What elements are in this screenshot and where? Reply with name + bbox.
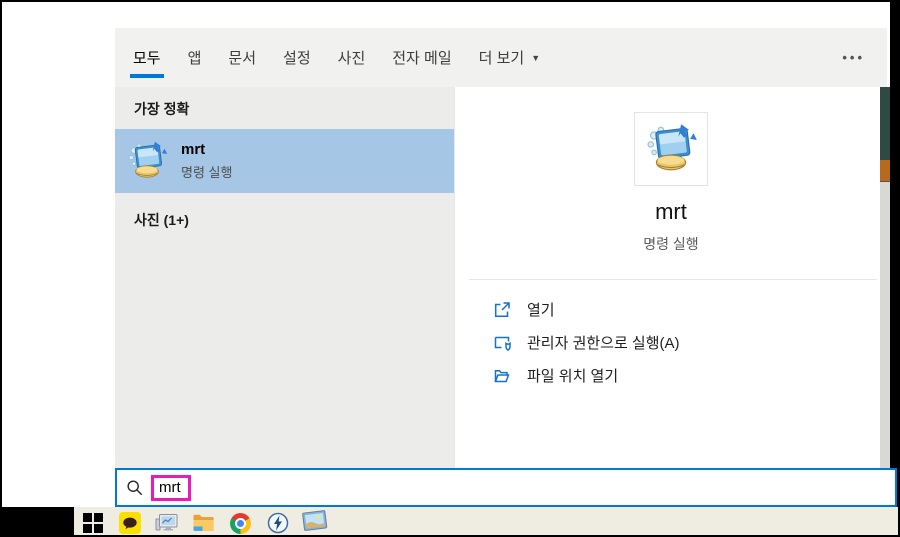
chevron-down-icon: ▼ — [531, 52, 541, 63]
mrt-app-icon-large — [647, 124, 697, 171]
tab-photos-label: 사진 — [337, 50, 366, 67]
search-input[interactable]: mrt — [115, 468, 897, 507]
taskbar — [2, 507, 898, 535]
desktop-wallpaper-sliver — [880, 87, 890, 507]
search-results-panel: 가장 정확 mrt 명령 실행 사진 (1+) — [115, 87, 454, 468]
chrome-icon — [230, 512, 251, 534]
detail-title: mrt — [655, 199, 687, 224]
action-run-as-admin-label: 관리자 권한으로 실행(A) — [527, 335, 680, 352]
taskbar-pc-button[interactable] — [148, 507, 185, 535]
start-button[interactable] — [74, 507, 111, 535]
tab-apps[interactable]: 앱 — [188, 28, 202, 87]
action-list: 열기 관리자 권한으로 실행(A) 파일 위치 열기 — [455, 293, 887, 392]
tab-documents[interactable]: 문서 — [228, 28, 256, 87]
tab-more[interactable]: 더 보기 ▼ — [479, 28, 541, 87]
action-run-as-admin[interactable]: 관리자 권한으로 실행(A) — [492, 326, 887, 359]
active-tab-underline — [130, 74, 164, 78]
action-open-label: 열기 — [527, 302, 555, 319]
result-item-mrt[interactable]: mrt 명령 실행 — [115, 129, 454, 193]
tab-all[interactable]: 모두 — [130, 28, 164, 87]
admin-shield-icon — [494, 336, 511, 351]
file-location-icon — [494, 369, 510, 382]
tab-apps-label: 앱 — [187, 50, 202, 67]
tab-settings[interactable]: 설정 — [283, 28, 311, 87]
result-detail-panel: mrt 명령 실행 열기 관리자 권한으로 실행(A) 파일 위치 열기 — [454, 87, 887, 468]
search-query-highlight: mrt — [151, 474, 191, 501]
taskbar-file-explorer-button[interactable] — [185, 507, 222, 535]
crop-black-rect-bottom-left — [2, 507, 74, 535]
mrt-app-icon — [128, 141, 168, 178]
lightning-app-icon — [267, 512, 288, 534]
wallpaper-teal-part — [880, 87, 890, 160]
detail-icon-box — [634, 112, 708, 186]
result-subtitle: 명령 실행 — [181, 165, 233, 180]
taskbar-photo-viewer-button[interactable] — [296, 507, 333, 535]
wallpaper-orange-part — [880, 160, 890, 181]
tab-settings-label: 설정 — [283, 50, 311, 67]
open-icon — [494, 301, 510, 317]
file-explorer-icon — [193, 514, 214, 531]
detail-subtitle: 명령 실행 — [643, 236, 699, 252]
tab-email[interactable]: 전자 메일 — [392, 28, 451, 87]
best-match-header: 가장 정확 — [134, 101, 190, 117]
photo-viewer-icon — [301, 510, 328, 535]
search-filter-tabbar: 모두 앱 문서 설정 사진 전자 메일 더 보기 ▼ ••• — [115, 28, 887, 87]
wallpaper-gray-part — [880, 181, 890, 507]
taskbar-lightning-app-button[interactable] — [259, 507, 296, 535]
pc-monitor-icon — [155, 514, 178, 531]
action-open[interactable]: 열기 — [492, 293, 887, 326]
photos-group-header[interactable]: 사진 (1+) — [115, 193, 454, 230]
tab-photos[interactable]: 사진 — [338, 28, 366, 87]
result-text: mrt 명령 실행 — [181, 141, 232, 181]
more-options-icon[interactable]: ••• — [842, 28, 865, 87]
crop-black-strip-right — [890, 2, 898, 507]
result-title: mrt — [181, 141, 206, 158]
tab-more-label: 더 보기 — [478, 50, 525, 67]
action-open-file-location[interactable]: 파일 위치 열기 — [492, 359, 887, 392]
windows-start-icon — [82, 513, 103, 533]
tab-all-label: 모두 — [133, 50, 161, 67]
taskbar-chrome-button[interactable] — [222, 507, 259, 535]
kakaotalk-icon — [118, 512, 141, 534]
detail-divider — [469, 279, 877, 280]
taskbar-icons — [74, 507, 333, 535]
screenshot-canvas: 모두 앱 문서 설정 사진 전자 메일 더 보기 ▼ ••• 가장 정확 mrt… — [0, 0, 900, 537]
tab-documents-label: 문서 — [228, 50, 257, 67]
action-open-file-location-label: 파일 위치 열기 — [527, 368, 619, 385]
search-icon — [127, 479, 143, 495]
taskbar-kakaotalk-button[interactable] — [111, 507, 148, 535]
tab-email-label: 전자 메일 — [392, 50, 452, 67]
